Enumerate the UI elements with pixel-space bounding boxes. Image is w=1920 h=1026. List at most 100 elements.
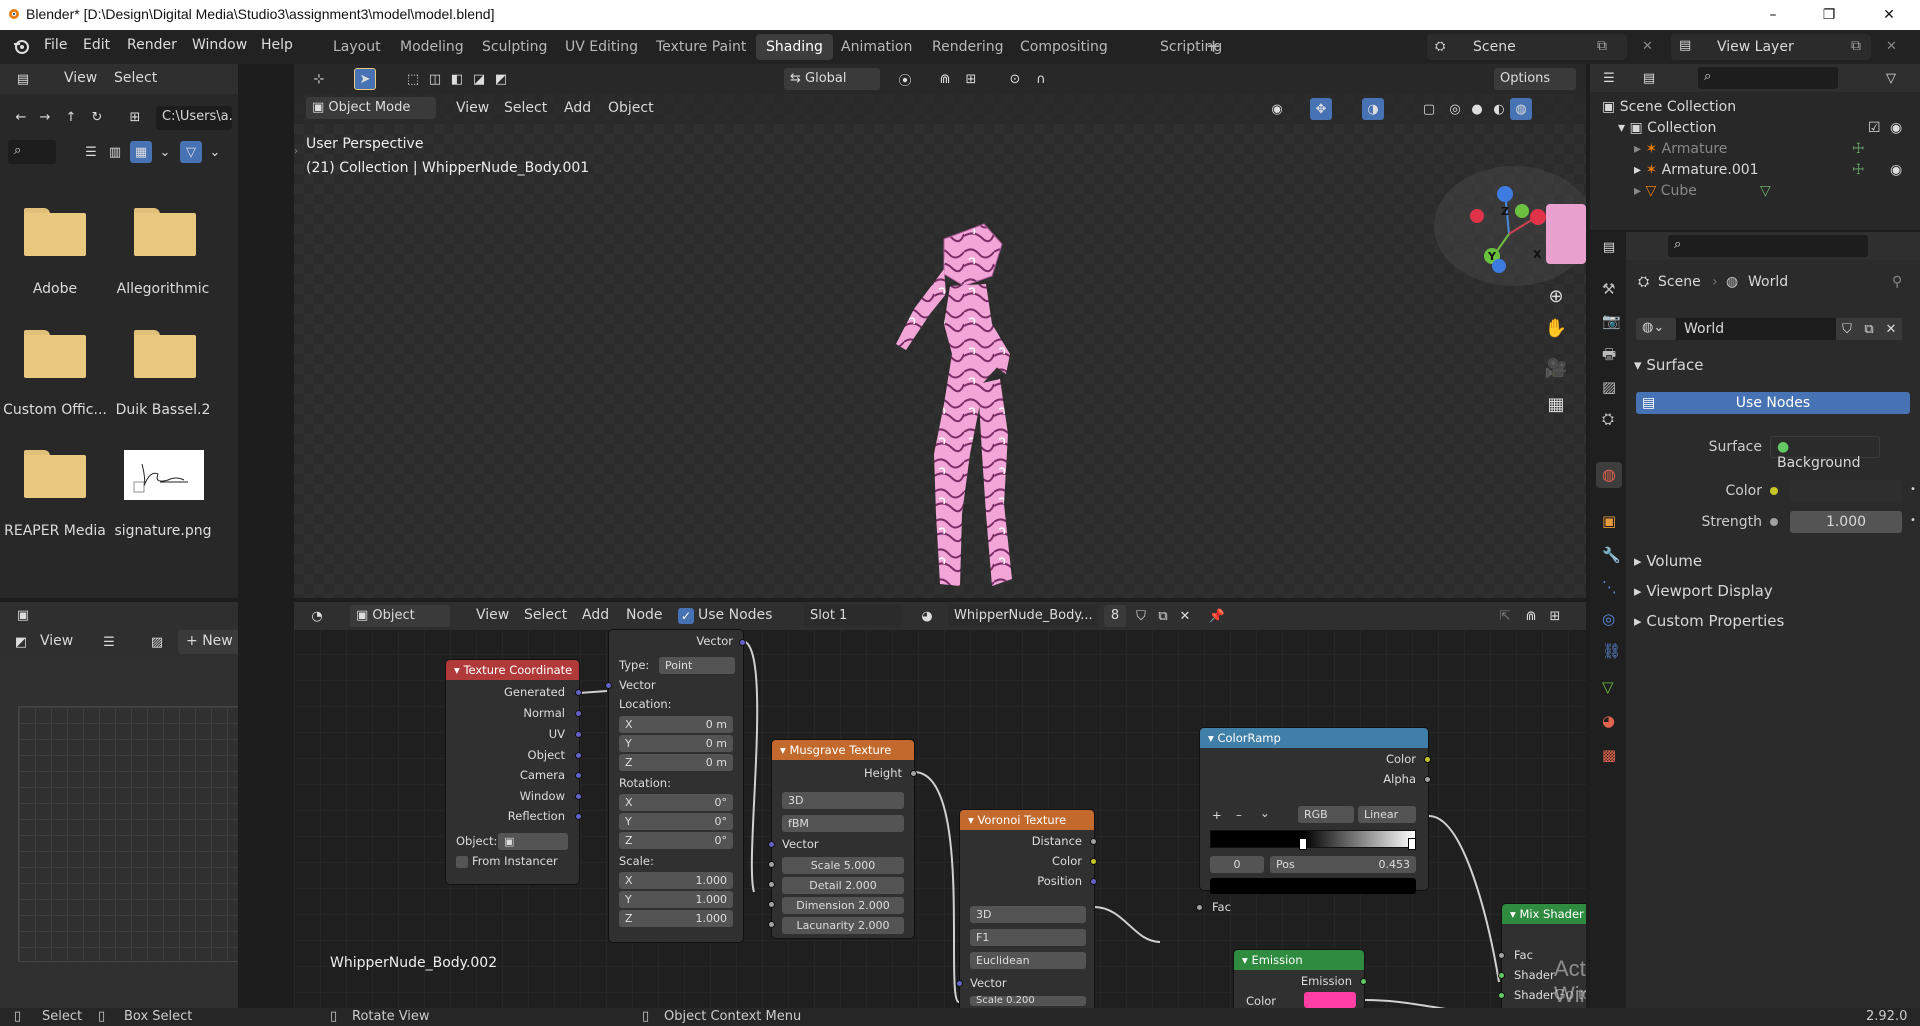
hand-pan-icon[interactable]: ✋ (1542, 314, 1570, 342)
folder-icon[interactable] (24, 450, 86, 498)
gizmo-toggle-icon[interactable]: ✥ (1310, 98, 1332, 120)
folder-icon[interactable] (24, 330, 86, 378)
eye-icon[interactable]: ◉ (1890, 120, 1902, 136)
refresh-icon[interactable]: ↻ (86, 106, 108, 128)
vp-menu-select[interactable]: Select (504, 100, 547, 116)
output-socket[interactable] (1090, 838, 1097, 845)
outliner-row[interactable]: ▸ ▽ Cube ▽ (1634, 183, 1914, 199)
fake-user-icon[interactable]: ⛉ (1836, 318, 1858, 340)
scale-y-field[interactable]: Y 1.000 (619, 891, 733, 908)
output-socket[interactable] (575, 710, 582, 717)
select-tool-icon[interactable]: ➤ (354, 68, 376, 90)
blender-menu-icon[interactable] (12, 38, 30, 56)
select-box-icon[interactable]: ⬚ (402, 68, 424, 90)
output-socket[interactable] (1090, 878, 1097, 885)
strength-field[interactable]: 1.000 (1790, 511, 1902, 533)
directory-path-field[interactable]: C:\Users\a... (156, 106, 232, 130)
menu-file[interactable]: File (44, 37, 67, 53)
output-socket[interactable] (575, 772, 582, 779)
dimensions-dropdown[interactable]: 3D (970, 906, 1086, 923)
vp-menu-add[interactable]: Add (564, 100, 591, 116)
colorramp-node[interactable]: ▾ ColorRamp Color Alpha + – ⌄ RGB Linear… (1196, 728, 1431, 914)
parent-dir-icon[interactable]: ↑ (60, 106, 82, 128)
output-socket[interactable] (575, 793, 582, 800)
character-mesh[interactable] (874, 214, 1054, 598)
folder-icon[interactable] (24, 208, 86, 256)
snap-icon[interactable]: ⋒ (934, 68, 956, 90)
constraints-tab-icon[interactable]: ⛓ (1602, 642, 1621, 660)
remove-stop-button[interactable]: – (1236, 808, 1242, 822)
display-thumbnails-icon[interactable]: ▦ (130, 141, 152, 163)
overlays-icon[interactable]: ◑ (1362, 98, 1384, 120)
outliner-row[interactable]: ▸ ✶ Armature.001 ☩ ◉ (1634, 162, 1914, 178)
ramp-menu-icon[interactable]: ⌄ (1260, 806, 1270, 820)
object-picker-field[interactable]: ▣ (498, 833, 568, 850)
output-socket[interactable] (1424, 756, 1431, 763)
input-socket[interactable] (768, 861, 775, 868)
strength-socket-icon[interactable] (1770, 518, 1778, 526)
feature-dropdown[interactable]: F1 (970, 929, 1086, 946)
color-mode-dropdown[interactable]: RGB (1298, 806, 1354, 823)
location-z-field[interactable]: Z0 m (619, 754, 733, 771)
voronoi-texture-node[interactable]: ▾ Voronoi Texture Distance Color Positio… (956, 810, 1097, 1008)
world-color-swatch[interactable] (1790, 480, 1902, 502)
close-button[interactable]: ✕ (1866, 0, 1912, 30)
scene-new-icon[interactable]: ⧉ (1597, 38, 1607, 54)
select-extend-icon[interactable]: ◫ (424, 68, 446, 90)
emission-node[interactable]: ▾ Emission Emission Color (1234, 950, 1367, 1008)
rotation-z-field[interactable]: Z 0° (619, 832, 733, 849)
tab-modeling[interactable]: Modeling (390, 34, 474, 60)
render-tab-icon[interactable]: 📷 (1602, 312, 1621, 330)
outliner-search-input[interactable]: ⌕ (1698, 67, 1838, 89)
outliner-row[interactable]: ▸ ✶ Armature ☩ (1634, 141, 1914, 157)
maximize-button[interactable]: ❐ (1806, 0, 1852, 30)
shader-node-editor[interactable]: ◔ ▣ Object View Select Add Node ✓ Use No… (294, 602, 1586, 1008)
file-item-label[interactable]: Custom Offic... (0, 402, 110, 418)
interpolation-dropdown[interactable]: Linear (1358, 806, 1416, 823)
filter-icon[interactable]: ▽ (1880, 67, 1902, 89)
3d-viewport[interactable]: ⊹ ➤ ⬚ ◫ ◧ ◪ ◩ ⇆ Global ⦿ ⋒ ⊞ ⊙ ∩ Options… (294, 64, 1586, 598)
scene-tab-icon[interactable]: ⛭ (1602, 410, 1614, 428)
material-tab-icon[interactable]: ◕ (1602, 712, 1615, 730)
output-socket[interactable] (575, 689, 582, 696)
add-stop-button[interactable]: + (1212, 808, 1222, 822)
select-intersect-icon[interactable]: ◪ (468, 68, 490, 90)
surface-shader-field[interactable]: ● Background (1770, 436, 1880, 471)
tab-compositing[interactable]: Compositing (1010, 34, 1118, 60)
fb-menu-select[interactable]: Select (114, 70, 157, 86)
image-canvas-grid[interactable] (18, 706, 238, 962)
filter-search-input[interactable]: ⌕ (8, 140, 56, 164)
musgrave-texture-node[interactable]: ▾ Musgrave Texture Height 3D fBM Vector … (768, 740, 917, 938)
file-item-label[interactable]: REAPER Media (0, 523, 110, 539)
output-socket[interactable] (1360, 978, 1367, 985)
ramp-stop-handle[interactable] (1408, 838, 1416, 850)
output-socket[interactable] (1424, 776, 1431, 783)
back-icon[interactable]: ← (10, 106, 32, 128)
world-name-field[interactable]: World (1676, 318, 1836, 340)
pin-icon[interactable]: ⚲ (1892, 274, 1902, 290)
use-nodes-button[interactable]: ▤ Use Nodes (1636, 392, 1910, 414)
modifier-tab-icon[interactable]: 🔧 (1602, 546, 1621, 564)
tab-uv-editing[interactable]: UV Editing (555, 34, 648, 60)
rotation-y-field[interactable]: Y 0° (619, 813, 733, 830)
folder-icon[interactable] (134, 330, 196, 378)
image-browse-icon[interactable]: ▨ (146, 631, 168, 653)
menu-help[interactable]: Help (261, 37, 293, 53)
snap-to-icon[interactable]: ⊞ (960, 68, 982, 90)
scale-field[interactable]: Scale 5.000 (782, 857, 904, 874)
dimensions-dropdown[interactable]: 3D (782, 792, 904, 809)
transform-orientation-dropdown[interactable]: ⇆ Global (784, 68, 880, 90)
vp-menu-view[interactable]: View (456, 100, 489, 116)
world-tab-icon[interactable]: ◍ (1596, 462, 1622, 488)
input-socket[interactable] (768, 901, 775, 908)
output-socket[interactable] (910, 770, 917, 777)
viewport-display-panel-header[interactable]: ▸ Viewport Display (1634, 582, 1773, 600)
stop-color-swatch[interactable] (1210, 878, 1416, 894)
file-item-label[interactable]: signature.png (108, 523, 218, 539)
volume-panel-header[interactable]: ▸ Volume (1634, 552, 1702, 570)
new-image-button[interactable]: + New (178, 630, 238, 654)
input-socket[interactable] (768, 841, 775, 848)
input-socket[interactable] (768, 921, 775, 928)
file-item-label[interactable]: Allegorithmic (108, 281, 218, 297)
scene-close-icon[interactable]: ✕ (1642, 39, 1653, 54)
